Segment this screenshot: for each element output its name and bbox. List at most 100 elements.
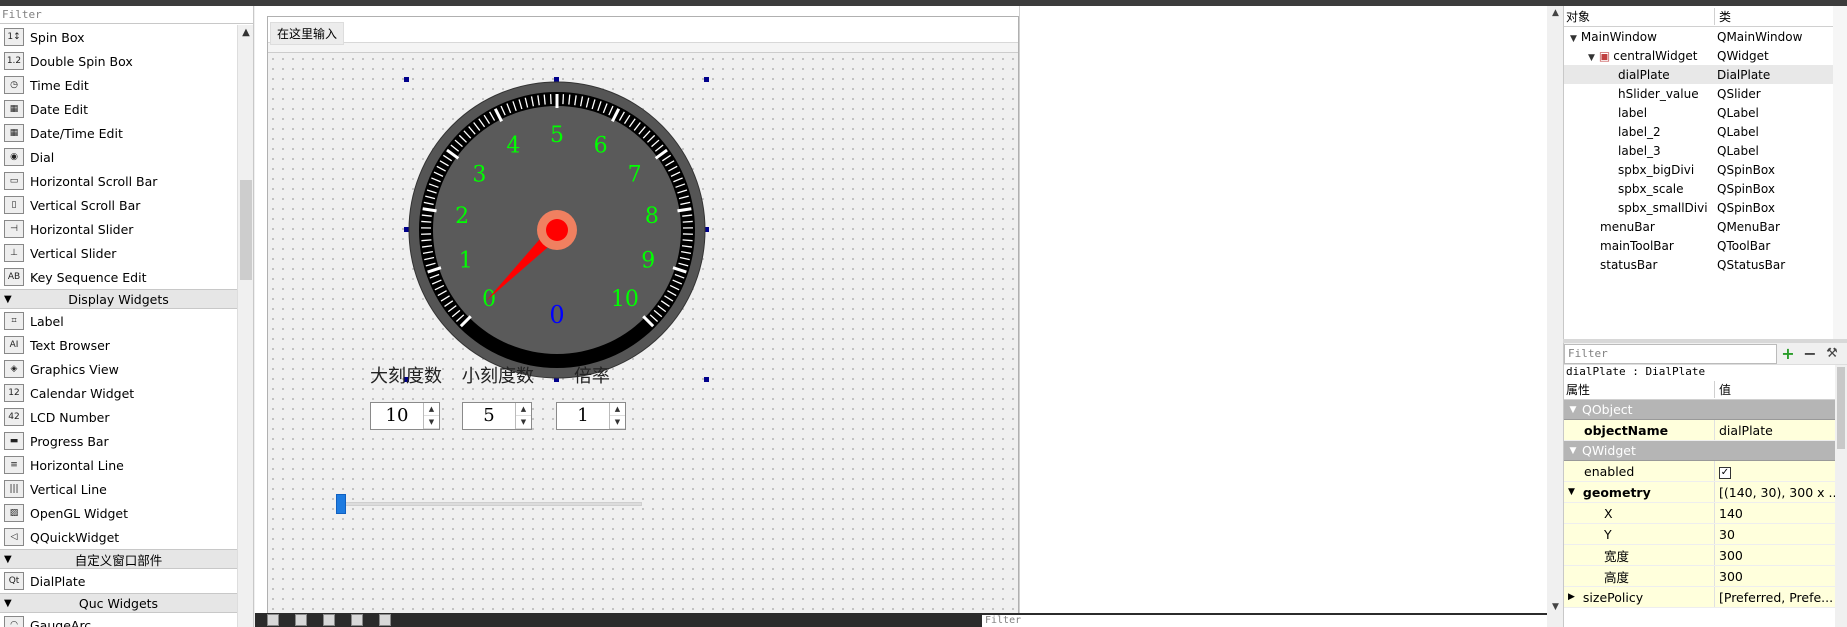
widget-item[interactable]: ▭ Horizontal Scroll Bar [0, 169, 237, 193]
scrollbar-thumb[interactable] [1837, 367, 1845, 449]
header-property[interactable]: 属性 [1564, 380, 1715, 398]
category-display-widgets[interactable]: ▼ Display Widgets [0, 289, 237, 309]
property-value[interactable]: 300 [1715, 548, 1743, 563]
object-tree-row[interactable]: dialPlate DialPlate [1564, 65, 1847, 84]
widget-item[interactable]: ⊥ Vertical Slider [0, 241, 237, 265]
object-tree-row[interactable]: spbx_smallDivi QSpinBox [1564, 198, 1847, 217]
spinbox-value[interactable]: 10 [371, 403, 423, 429]
chevron-down-icon[interactable]: ▼ [4, 598, 12, 609]
property-filter-input[interactable]: Filter [1564, 343, 1777, 364]
dial-plate-widget[interactable]: 01234 5 678910 0 [407, 80, 707, 380]
open-icon[interactable] [323, 614, 335, 626]
enabled-checkbox[interactable]: ✓ [1719, 466, 1731, 479]
editor-vertical-scrollbar[interactable]: ▲ ▼ [1548, 6, 1563, 618]
spinbox-big-divisions[interactable]: 10 ▲ ▼ [370, 402, 440, 430]
spin-down-icon[interactable]: ▼ [516, 416, 531, 429]
object-tree-row[interactable]: label_2 QLabel [1564, 122, 1847, 141]
spin-down-icon[interactable]: ▼ [424, 416, 439, 429]
object-tree-row[interactable]: hSlider_value QSlider [1564, 84, 1847, 103]
widget-item[interactable]: ▦ Date Edit [0, 97, 237, 121]
value-slider-handle[interactable] [336, 494, 346, 514]
spinbox-value[interactable]: 1 [557, 403, 609, 429]
object-tree-row[interactable]: ▼ MainWindow QMainWindow [1564, 27, 1847, 46]
object-tree-row[interactable]: label_3 QLabel [1564, 141, 1847, 160]
object-tree-row[interactable]: label QLabel [1564, 103, 1847, 122]
property-x[interactable]: X 140 [1564, 503, 1847, 524]
chevron-down-icon[interactable]: ▼ [4, 294, 12, 305]
form-menubar[interactable]: 在这里输入 [268, 17, 1018, 45]
header-value[interactable]: 值 [1715, 381, 1731, 398]
widget-item[interactable]: ◁ QQuickWidget [0, 525, 237, 549]
property-geometry[interactable]: ▼ geometry [(140, 30), 300 x ... [1564, 482, 1847, 503]
chevron-down-icon[interactable]: ▼ [1570, 34, 1577, 44]
object-tree-row[interactable]: menuBar QMenuBar [1564, 217, 1847, 236]
widget-item[interactable]: ||| Vertical Line [0, 477, 237, 501]
widget-item[interactable]: Qt DialPlate [0, 569, 237, 593]
category-custom-widgets[interactable]: ▼ 自定义窗口部件 [0, 549, 237, 569]
collapse-icon[interactable]: ▼ [1564, 405, 1582, 415]
widget-item[interactable]: AB Key Sequence Edit [0, 265, 237, 289]
property-value[interactable]: 140 [1715, 506, 1743, 521]
spin-up-icon[interactable]: ▲ [610, 403, 625, 416]
spinbox-value[interactable]: 5 [463, 403, 515, 429]
widget-item[interactable]: AI Text Browser [0, 333, 237, 357]
widget-item[interactable]: ▯ Vertical Scroll Bar [0, 193, 237, 217]
scrollbar-thumb[interactable] [240, 180, 252, 280]
menu-type-here-entry[interactable]: 在这里输入 [270, 22, 345, 45]
widget-item[interactable]: ▨ OpenGL Widget [0, 501, 237, 525]
property-objectname[interactable]: objectName dialPlate [1564, 420, 1847, 441]
spin-down-icon[interactable]: ▼ [610, 416, 625, 429]
object-tree-row[interactable]: statusBar QStatusBar [1564, 255, 1847, 274]
property-value[interactable]: 300 [1715, 569, 1743, 584]
property-width[interactable]: 宽度 300 [1564, 545, 1847, 566]
group-qwidget[interactable]: ▼ QWidget [1564, 441, 1847, 461]
spinbox-small-divisions[interactable]: 5 ▲ ▼ [462, 402, 532, 430]
object-tree-row[interactable]: ▼ ▣ centralWidget QWidget [1564, 46, 1847, 65]
spinbox-scale[interactable]: 1 ▲ ▼ [556, 402, 626, 430]
widget-item[interactable]: 1↕ Spin Box [0, 25, 237, 49]
collapse-icon[interactable]: ▼ [1568, 487, 1575, 497]
copy-icon[interactable] [295, 614, 307, 626]
spin-up-icon[interactable]: ▲ [424, 403, 439, 416]
widget-item[interactable]: ▬ Progress Bar [0, 429, 237, 453]
scroll-up-icon[interactable]: ▲ [1548, 8, 1563, 18]
main-window-form[interactable]: 在这里输入 0 1 2 3 4 5 6 7 8 9 10 0 大刻度数 小刻度数… [267, 16, 1019, 616]
bottom-filter-input[interactable]: Filter [982, 615, 1547, 627]
widget-item[interactable]: ◷ Time Edit [0, 73, 237, 97]
widget-filter-input[interactable]: Filter [0, 6, 253, 24]
form-toolbar[interactable] [268, 43, 1018, 53]
widget-item[interactable]: ◉ Dial [0, 145, 237, 169]
header-object[interactable]: 对象 [1564, 7, 1715, 25]
property-value[interactable]: [Preferred, Prefe... [1715, 590, 1833, 605]
widget-item[interactable]: ▦ Date/Time Edit [0, 121, 237, 145]
category-quc-widgets[interactable]: ▼ Quc Widgets [0, 593, 237, 613]
group-qobject[interactable]: ▼ QObject [1564, 400, 1847, 420]
property-value[interactable]: [(140, 30), 300 x ... [1715, 485, 1840, 500]
scroll-up-icon[interactable]: ▲ [238, 27, 253, 38]
scroll-down-icon[interactable]: ▼ [1548, 602, 1563, 612]
property-sizepolicy[interactable]: ▶ sizePolicy [Preferred, Prefe... [1564, 587, 1847, 608]
widget-item[interactable]: ◠ GaugeArc [0, 613, 237, 627]
header-class[interactable]: 类 [1715, 8, 1731, 25]
widget-item[interactable]: 42 LCD Number [0, 405, 237, 429]
widget-item[interactable]: 1.2 Double Spin Box [0, 49, 237, 73]
edit-icon[interactable] [351, 614, 363, 626]
property-value[interactable]: 30 [1715, 527, 1735, 542]
value-slider-groove[interactable] [336, 502, 642, 506]
widget-item[interactable]: 12 Calendar Widget [0, 381, 237, 405]
property-height[interactable]: 高度 300 [1564, 566, 1847, 587]
expand-icon[interactable]: ▶ [1568, 592, 1575, 602]
property-y[interactable]: Y 30 [1564, 524, 1847, 545]
wrench-icon[interactable]: ⚒ [1821, 344, 1843, 364]
property-value[interactable]: ✓ [1715, 463, 1731, 479]
remove-property-icon[interactable]: − [1799, 344, 1821, 364]
widget-item[interactable]: ◈ Graphics View [0, 357, 237, 381]
collapse-icon[interactable]: ▼ [1564, 446, 1582, 456]
wrench-icon[interactable] [379, 614, 391, 626]
new-file-icon[interactable] [267, 614, 279, 626]
property-editor-scrollbar[interactable] [1835, 365, 1847, 627]
object-inspector-scrollbar[interactable] [1833, 6, 1847, 339]
widget-item[interactable]: ⊣ Horizontal Slider [0, 217, 237, 241]
property-enabled[interactable]: enabled ✓ [1564, 461, 1847, 482]
object-tree-row[interactable]: spbx_scale QSpinBox [1564, 179, 1847, 198]
